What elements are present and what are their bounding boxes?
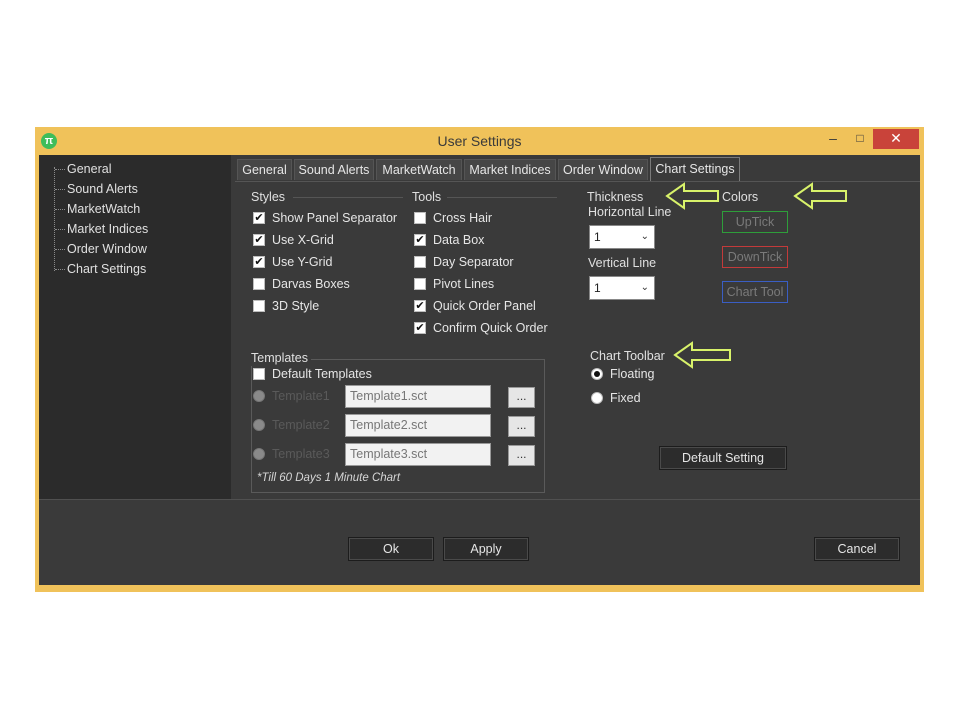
arrow-left-icon	[665, 182, 719, 210]
colors-heading: Colors	[722, 190, 759, 204]
template1-input[interactable]: Template1.sct	[345, 385, 491, 408]
thickness-heading: Thickness	[587, 190, 644, 204]
chart-tool-color-button[interactable]: Chart Tool	[722, 281, 788, 303]
arrow-left-icon	[673, 341, 731, 369]
radio-button[interactable]	[253, 390, 265, 402]
chart-toolbar-heading: Chart Toolbar	[590, 349, 665, 363]
checkbox-label: Quick Order Panel	[433, 299, 536, 313]
checkbox[interactable]	[414, 278, 426, 290]
dialog-footer: Ok Apply Cancel	[39, 499, 920, 585]
template3-browse-button[interactable]: ...	[508, 445, 535, 466]
sidebar-item-chart-settings[interactable]: Chart Settings	[55, 259, 147, 279]
checkbox[interactable]: ✔	[253, 256, 265, 268]
checkbox-label: Default Templates	[272, 367, 372, 381]
checkbox-label: Day Separator	[433, 255, 514, 269]
checkbox-label: Pivot Lines	[433, 277, 495, 291]
ok-button[interactable]: Ok	[348, 537, 434, 561]
sidebar-item-order-window[interactable]: Order Window	[55, 239, 147, 259]
checkbox[interactable]	[253, 278, 265, 290]
horizontal-line-label: Horizontal Line	[588, 205, 672, 219]
divider	[447, 197, 557, 198]
checkbox-label: Show Panel Separator	[272, 211, 398, 225]
annotation-arrow-colors	[793, 182, 847, 210]
sidebar-item-general[interactable]: General	[55, 159, 112, 179]
divider	[293, 197, 403, 198]
checkbox-label: Darvas Boxes	[272, 277, 350, 291]
template2-browse-button[interactable]: ...	[508, 416, 535, 437]
checkbox[interactable]	[414, 212, 426, 224]
radio-label: Template2	[272, 418, 330, 432]
vertical-line-label: Vertical Line	[588, 256, 657, 270]
select-value: 1	[594, 281, 601, 295]
user-settings-window: π User Settings – □ ✕ General Sound Aler…	[35, 127, 924, 592]
annotation-arrow-thickness	[665, 182, 719, 210]
template2-input[interactable]: Template2.sct	[345, 414, 491, 437]
sidebar-item-label: General	[67, 162, 112, 176]
dialog-body: General Sound Alerts MarketWatch Market …	[39, 155, 920, 585]
sidebar-item-label: Sound Alerts	[67, 182, 138, 196]
sidebar-item-label: Market Indices	[67, 222, 149, 236]
tree-connector	[54, 167, 55, 271]
minimize-button[interactable]: –	[820, 129, 846, 149]
radio-button[interactable]	[591, 368, 603, 380]
checkbox-label: Use X-Grid	[272, 233, 334, 247]
templates-heading: Templates	[251, 350, 311, 366]
maximize-button[interactable]: □	[847, 129, 873, 149]
select-value: 1	[594, 230, 601, 244]
radio-label: Fixed	[610, 391, 641, 405]
tab-order-window[interactable]: Order Window	[558, 159, 648, 180]
styles-heading: Styles	[251, 190, 286, 204]
tab-general[interactable]: General	[237, 159, 292, 180]
checkbox-label: 3D Style	[272, 299, 320, 313]
cancel-button[interactable]: Cancel	[814, 537, 900, 561]
sidebar-item-label: MarketWatch	[67, 202, 141, 216]
tab-market-indices[interactable]: Market Indices	[464, 159, 556, 180]
chevron-down-icon: ⌄	[640, 231, 649, 242]
templates-note: *Till 60 Days 1 Minute Chart	[257, 472, 401, 484]
sidebar-item-marketwatch[interactable]: MarketWatch	[55, 199, 141, 219]
downtick-color-button[interactable]: DownTick	[722, 246, 788, 268]
radio-button[interactable]	[591, 392, 603, 404]
chart-settings-panel: Styles ✔ Show Panel Separator ✔ Use X-Gr…	[235, 181, 920, 500]
arrow-left-icon	[793, 182, 847, 210]
radio-label: Floating	[610, 367, 655, 381]
checkbox-label: Data Box	[433, 233, 485, 247]
checkbox[interactable]: ✔	[414, 322, 426, 334]
checkbox-label: Confirm Quick Order	[433, 321, 548, 335]
checkbox-label: Cross Hair	[433, 211, 493, 225]
tools-heading: Tools	[412, 190, 442, 204]
vertical-line-select[interactable]: 1 ⌄	[589, 276, 655, 300]
checkbox[interactable]: ✔	[253, 212, 265, 224]
template1-browse-button[interactable]: ...	[508, 387, 535, 408]
tab-marketwatch[interactable]: MarketWatch	[376, 159, 462, 180]
checkbox[interactable]: ✔	[414, 234, 426, 246]
checkbox[interactable]: ✔	[253, 234, 265, 246]
annotation-arrow-chart-toolbar	[673, 341, 731, 369]
close-button[interactable]: ✕	[873, 129, 919, 149]
default-setting-button[interactable]: Default Setting	[659, 446, 787, 470]
title-bar[interactable]: π User Settings – □ ✕	[35, 127, 924, 155]
apply-button[interactable]: Apply	[443, 537, 529, 561]
radio-button[interactable]	[253, 448, 265, 460]
checkbox[interactable]: ✔	[414, 300, 426, 312]
uptick-color-button[interactable]: UpTick	[722, 211, 788, 233]
checkbox[interactable]	[253, 300, 265, 312]
tab-sound-alerts[interactable]: Sound Alerts	[294, 159, 374, 180]
checkbox-label: Use Y-Grid	[272, 255, 333, 269]
sidebar-item-label: Order Window	[67, 242, 147, 256]
checkbox[interactable]	[253, 368, 265, 380]
template3-input[interactable]: Template3.sct	[345, 443, 491, 466]
settings-sidebar: General Sound Alerts MarketWatch Market …	[39, 155, 231, 499]
horizontal-line-select[interactable]: 1 ⌄	[589, 225, 655, 249]
window-title: User Settings	[437, 133, 522, 149]
radio-button[interactable]	[253, 419, 265, 431]
radio-label: Template1	[272, 389, 330, 403]
sidebar-item-sound-alerts[interactable]: Sound Alerts	[55, 179, 138, 199]
chevron-down-icon: ⌄	[640, 282, 649, 293]
radio-label: Template3	[272, 447, 330, 461]
tab-chart-settings[interactable]: Chart Settings	[650, 157, 740, 181]
checkbox[interactable]	[414, 256, 426, 268]
sidebar-item-market-indices[interactable]: Market Indices	[55, 219, 149, 239]
sidebar-item-label: Chart Settings	[67, 262, 147, 276]
